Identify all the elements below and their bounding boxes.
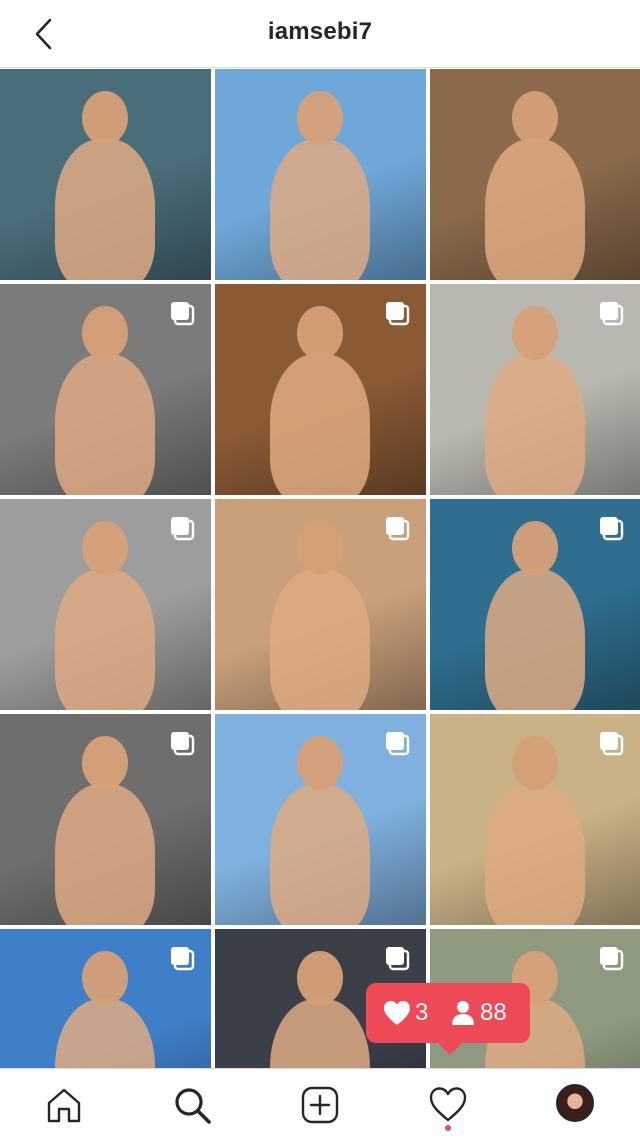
- photo-subject-head: [82, 736, 128, 790]
- carousel-icon: [171, 947, 195, 971]
- photo-subject-head: [82, 306, 128, 360]
- notification-dot: [445, 1125, 451, 1131]
- carousel-icon: [600, 302, 624, 326]
- photo-grid: [0, 69, 640, 1068]
- photo-subject: [55, 139, 155, 280]
- photo-subject: [270, 139, 370, 280]
- grid-tile[interactable]: [430, 714, 640, 925]
- photo-subject: [55, 784, 155, 925]
- carousel-icon: [386, 302, 410, 326]
- profile-avatar[interactable]: [556, 1084, 594, 1122]
- likes-count: 3: [415, 999, 429, 1026]
- followers-count: 88: [480, 999, 507, 1026]
- photo-subject: [485, 354, 585, 495]
- carousel-icon: [600, 947, 624, 971]
- photo-subject: [270, 784, 370, 925]
- home-icon: [47, 1088, 81, 1123]
- carousel-icon: [386, 517, 410, 541]
- grid-tile[interactable]: [430, 284, 640, 495]
- photo-subject: [485, 784, 585, 925]
- photo-subject: [270, 569, 370, 710]
- photo-subject: [270, 354, 370, 495]
- photo-subject-head: [297, 306, 343, 360]
- grid-tile[interactable]: [215, 69, 426, 280]
- photo-subject-head: [297, 736, 343, 790]
- bottom-tab-bar: [0, 1068, 640, 1138]
- grid-tile[interactable]: [215, 284, 426, 495]
- photo-subject-head: [512, 91, 558, 145]
- carousel-icon: [386, 947, 410, 971]
- grid-tile[interactable]: [430, 499, 640, 710]
- heart-filled-icon: [384, 1001, 410, 1025]
- carousel-icon: [600, 517, 624, 541]
- tab-search[interactable]: [170, 1083, 214, 1127]
- search-icon: [175, 1088, 211, 1124]
- photo-subject-head: [82, 951, 128, 1005]
- top-bar: iamsebi7: [0, 0, 640, 68]
- user-icon: [452, 1001, 474, 1025]
- grid-tile[interactable]: [430, 69, 640, 280]
- tab-home[interactable]: [42, 1083, 86, 1127]
- photo-subject: [485, 569, 585, 710]
- grid-tile[interactable]: [0, 284, 211, 495]
- photo-subject-head: [512, 306, 558, 360]
- grid-tile[interactable]: [215, 714, 426, 925]
- tab-new-post[interactable]: [298, 1083, 342, 1127]
- photo-subject: [485, 139, 585, 280]
- photo-subject-head: [512, 736, 558, 790]
- carousel-icon: [386, 732, 410, 756]
- activity-notification[interactable]: 3 88: [366, 983, 530, 1055]
- photo-subject-head: [82, 91, 128, 145]
- carousel-icon: [171, 732, 195, 756]
- heart-icon: [429, 1087, 467, 1122]
- page-title: iamsebi7: [267, 18, 373, 45]
- photo-subject-head: [82, 521, 128, 575]
- carousel-icon: [600, 732, 624, 756]
- carousel-icon: [171, 302, 195, 326]
- tab-activity[interactable]: [426, 1083, 470, 1127]
- grid-tile[interactable]: [0, 714, 211, 925]
- new-post-icon: [301, 1086, 339, 1124]
- grid-tile[interactable]: [0, 69, 211, 280]
- grid-tile[interactable]: [215, 499, 426, 710]
- photo-subject-head: [512, 521, 558, 575]
- grid-tile[interactable]: [0, 499, 211, 710]
- photo-subject: [55, 354, 155, 495]
- grid-tile[interactable]: [0, 929, 211, 1068]
- photo-subject-head: [297, 951, 343, 1005]
- carousel-icon: [171, 517, 195, 541]
- photo-subject-head: [297, 91, 343, 145]
- photo-subject: [55, 569, 155, 710]
- photo-subject-head: [297, 521, 343, 575]
